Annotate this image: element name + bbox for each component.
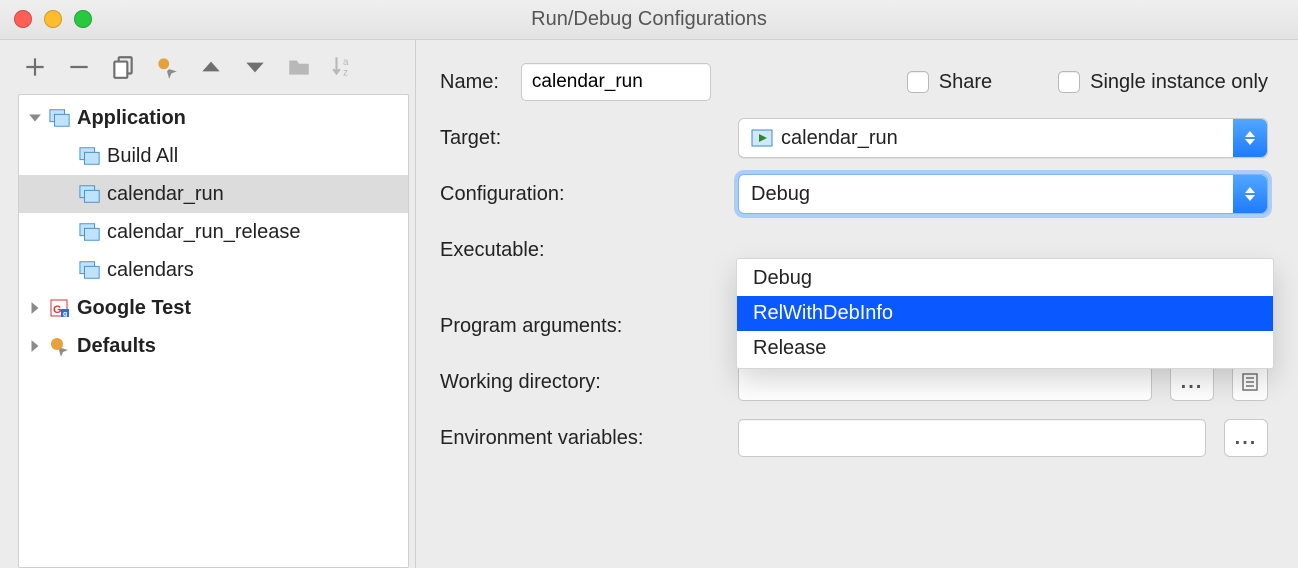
- ellipsis-label: ...: [1235, 427, 1258, 450]
- configuration-select[interactable]: Debug: [738, 174, 1268, 214]
- application-icon: [79, 184, 101, 204]
- defaults-icon: [49, 336, 71, 356]
- row-environment-variables: Environment variables: ...: [426, 410, 1298, 466]
- minimize-window-button[interactable]: [44, 10, 62, 28]
- executable-label: Executable:: [440, 239, 720, 262]
- single-instance-checkbox[interactable]: [1058, 71, 1080, 93]
- svg-text:a: a: [343, 57, 349, 68]
- configurations-sidebar: az Application Build All: [0, 40, 416, 568]
- tree-node-label: Google Test: [77, 297, 191, 320]
- target-value: calendar_run: [781, 127, 898, 150]
- target-select[interactable]: calendar_run: [738, 118, 1268, 158]
- tree-node-label: calendar_run: [107, 183, 224, 206]
- svg-text:z: z: [343, 68, 348, 79]
- configuration-value: Debug: [751, 183, 810, 206]
- application-icon: [79, 222, 101, 242]
- name-input[interactable]: [521, 63, 711, 101]
- option-label: Release: [753, 337, 826, 359]
- tree-node-defaults[interactable]: Defaults: [19, 327, 408, 365]
- tree-node-google-test[interactable]: Gg Google Test: [19, 289, 408, 327]
- row-configuration: Configuration: Debug: [426, 166, 1298, 222]
- configurations-tree[interactable]: Application Build All calendar_run calen…: [18, 94, 409, 568]
- window-controls: [14, 10, 92, 28]
- row-target: Target: calendar_run: [426, 110, 1298, 166]
- disclosure-triangle-down-icon[interactable]: [27, 110, 43, 126]
- move-down-button[interactable]: [242, 54, 268, 80]
- configuration-option-relwithdebinfo[interactable]: RelWithDebInfo: [737, 296, 1273, 331]
- tree-node-build-all[interactable]: Build All: [19, 137, 408, 175]
- ellipsis-label: ...: [1181, 371, 1204, 394]
- select-stepper-icon: [1233, 175, 1267, 213]
- copy-config-button[interactable]: [110, 54, 136, 80]
- tree-node-application[interactable]: Application: [19, 99, 408, 137]
- add-config-button[interactable]: [22, 54, 48, 80]
- select-stepper-icon: [1233, 119, 1267, 157]
- svg-text:G: G: [53, 304, 62, 316]
- environment-variables-input[interactable]: [738, 419, 1206, 457]
- application-group-icon: [49, 108, 71, 128]
- option-label: Debug: [753, 267, 812, 289]
- tree-node-label: Defaults: [77, 335, 156, 358]
- sidebar-toolbar: az: [0, 40, 415, 90]
- edit-environment-variables-button[interactable]: ...: [1224, 419, 1268, 457]
- working-directory-label: Working directory:: [440, 371, 720, 394]
- folder-button[interactable]: [286, 54, 312, 80]
- configuration-dropdown-popup: Debug RelWithDebInfo Release: [736, 258, 1274, 369]
- row-name: Name: Share Single instance only: [426, 54, 1298, 110]
- tree-node-calendar-run-release[interactable]: calendar_run_release: [19, 213, 408, 251]
- tree-node-label: calendars: [107, 259, 194, 282]
- single-instance-label: Single instance only: [1090, 71, 1268, 94]
- target-label: Target:: [440, 127, 720, 150]
- configuration-option-debug[interactable]: Debug: [737, 261, 1273, 296]
- program-arguments-label: Program arguments:: [440, 315, 720, 338]
- share-label: Share: [939, 71, 992, 94]
- tree-node-label: calendar_run_release: [107, 221, 300, 244]
- zoom-window-button[interactable]: [74, 10, 92, 28]
- configuration-editor: Name: Share Single instance only Target:…: [416, 40, 1298, 568]
- svg-text:g: g: [63, 311, 67, 318]
- application-icon: [79, 146, 101, 166]
- application-icon: [79, 260, 101, 280]
- environment-variables-label: Environment variables:: [440, 427, 720, 450]
- option-label: RelWithDebInfo: [753, 302, 893, 324]
- tree-node-calendars[interactable]: calendars: [19, 251, 408, 289]
- window-titlebar: Run/Debug Configurations: [0, 0, 1298, 40]
- sort-alpha-button[interactable]: az: [330, 54, 356, 80]
- disclosure-triangle-right-icon[interactable]: [27, 338, 43, 354]
- tree-node-label: Build All: [107, 145, 178, 168]
- close-window-button[interactable]: [14, 10, 32, 28]
- window-title: Run/Debug Configurations: [531, 8, 767, 31]
- tree-node-label: Application: [77, 107, 186, 130]
- remove-config-button[interactable]: [66, 54, 92, 80]
- name-label: Name:: [440, 71, 499, 94]
- edit-defaults-button[interactable]: [154, 54, 180, 80]
- tree-node-calendar-run[interactable]: calendar_run: [19, 175, 408, 213]
- run-target-icon: [751, 128, 773, 148]
- move-up-button[interactable]: [198, 54, 224, 80]
- share-checkbox[interactable]: [907, 71, 929, 93]
- configuration-label: Configuration:: [440, 183, 720, 206]
- configuration-option-release[interactable]: Release: [737, 331, 1273, 366]
- google-test-icon: Gg: [49, 298, 71, 318]
- disclosure-triangle-right-icon[interactable]: [27, 300, 43, 316]
